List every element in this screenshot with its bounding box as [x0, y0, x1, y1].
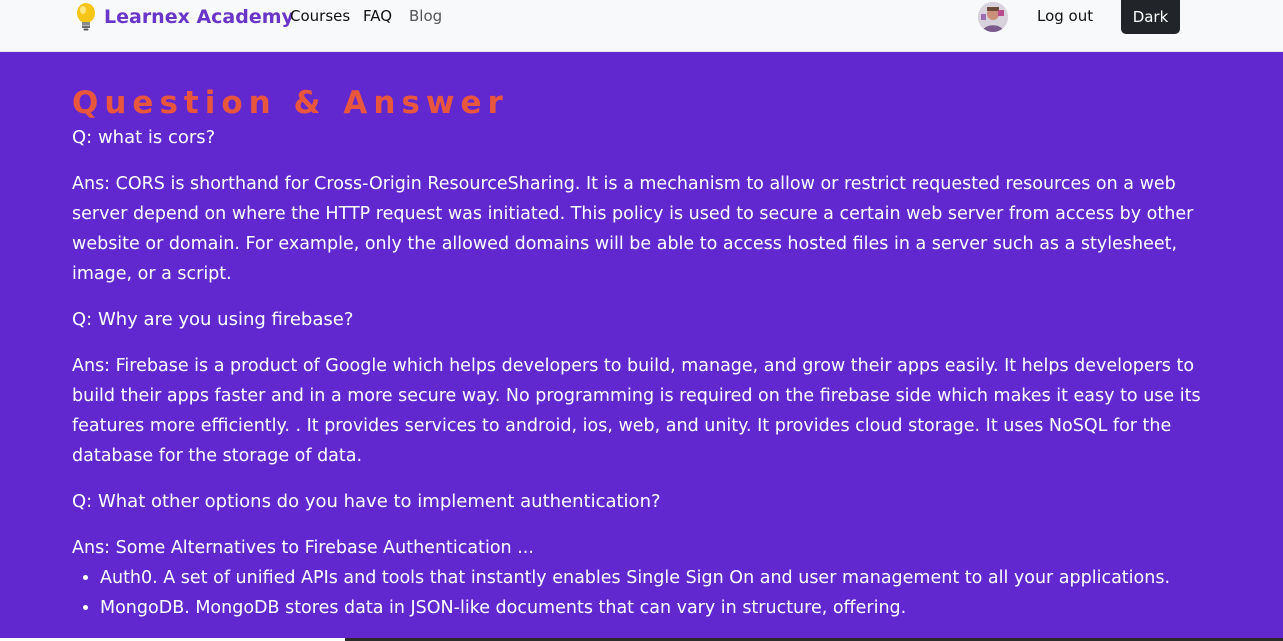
- nav-faq-link[interactable]: FAQ: [363, 7, 392, 25]
- list-item: Auth0. A set of unified APIs and tools t…: [100, 563, 1212, 593]
- brand-link[interactable]: Learnex Academy: [74, 1, 294, 33]
- page-title: Question & Answer: [72, 85, 509, 121]
- avatar-photo: [978, 2, 1008, 32]
- qa-section: Question & Answer Q: what is cors? Ans: …: [72, 83, 1212, 623]
- answer-1: Ans: CORS is shorthand for Cross-Origin …: [72, 174, 1194, 284]
- navbar: Learnex Academy Courses FAQ Blog Log out…: [0, 0, 1283, 52]
- alternatives-list: Auth0. A set of unified APIs and tools t…: [72, 563, 1212, 623]
- logout-button[interactable]: Log out: [1037, 7, 1093, 25]
- question-3: Q: What other options do you have to imp…: [72, 491, 661, 512]
- question-2: Q: Why are you using firebase?: [72, 309, 354, 330]
- nav-courses-link[interactable]: Courses: [290, 7, 350, 25]
- answer-2: Ans: Firebase is a product of Google whi…: [72, 356, 1201, 466]
- nav-blog-link[interactable]: Blog: [409, 7, 442, 25]
- brand-name: Learnex Academy: [104, 6, 294, 28]
- list-item: MongoDB. MongoDB stores data in JSON-lik…: [100, 593, 1212, 623]
- question-1: Q: what is cors?: [72, 127, 216, 148]
- dark-mode-button[interactable]: Dark: [1121, 0, 1180, 34]
- answer-3: Ans: Some Alternatives to Firebase Authe…: [72, 538, 534, 558]
- user-avatar[interactable]: [978, 2, 1008, 32]
- lightbulb-icon: [77, 3, 95, 31]
